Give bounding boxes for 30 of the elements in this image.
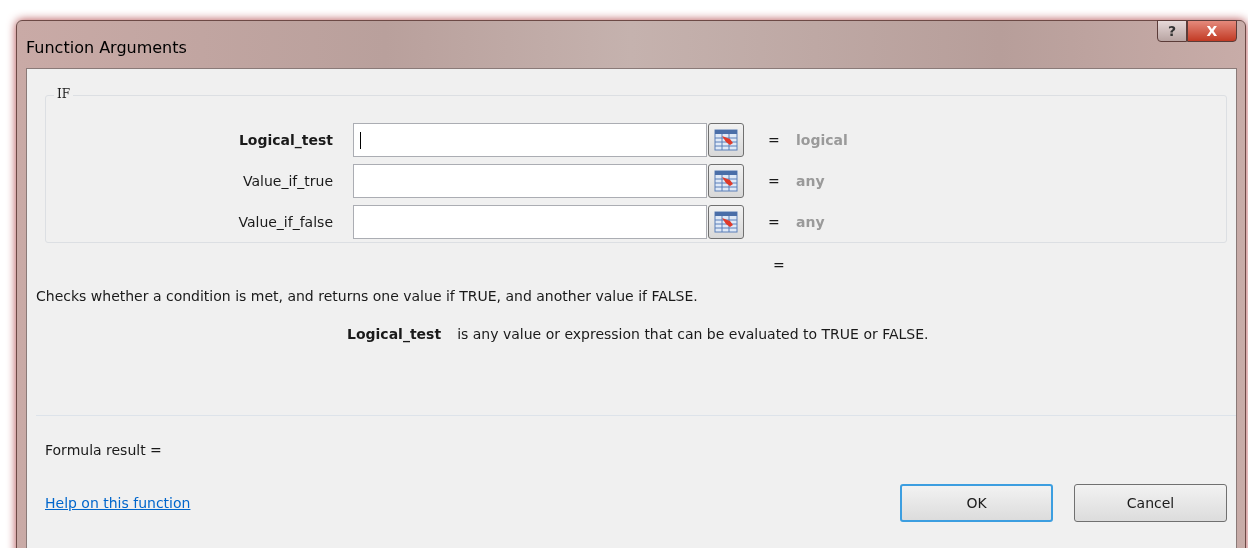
sheet-icon bbox=[714, 169, 738, 192]
argument-type: any bbox=[796, 213, 825, 230]
equals-sign: = bbox=[768, 172, 781, 189]
close-button[interactable]: X bbox=[1187, 20, 1237, 42]
argument-label: Logical_test bbox=[237, 131, 334, 148]
function-description: Checks whether a condition is met, and returns one value if TRUE, and another value if FALSE. bbox=[36, 288, 699, 304]
argument-field[interactable] bbox=[353, 122, 707, 157]
argument-label: Value_if_false bbox=[237, 213, 334, 230]
argument-field[interactable] bbox=[353, 204, 707, 239]
sheet-icon bbox=[714, 210, 738, 233]
range-select-button[interactable] bbox=[708, 163, 744, 198]
sheet-icon bbox=[714, 128, 738, 151]
argument-description: is any value or expression that can be evaluated to TRUE or FALSE. bbox=[457, 326, 929, 342]
argument-field[interactable] bbox=[353, 163, 707, 198]
formula-result: Formula result = bbox=[45, 442, 162, 458]
range-select-button[interactable] bbox=[708, 204, 744, 239]
equals-sign: = bbox=[768, 213, 781, 230]
group-label: IF bbox=[54, 87, 74, 101]
argument-type: logical bbox=[796, 131, 848, 148]
window-title: Function Arguments bbox=[26, 38, 187, 57]
argument-type: any bbox=[796, 172, 825, 189]
range-select-button[interactable] bbox=[708, 122, 744, 157]
argument-name: Logical_test bbox=[347, 326, 442, 342]
cancel-button[interactable]: Cancel bbox=[1074, 484, 1227, 522]
help-button[interactable]: ? bbox=[1157, 20, 1187, 42]
equals-sign: = bbox=[773, 257, 785, 273]
help-link[interactable]: Help on this function bbox=[45, 495, 191, 511]
argument-label: Value_if_true bbox=[242, 172, 334, 189]
ok-button[interactable]: OK bbox=[900, 484, 1053, 522]
equals-sign: = bbox=[768, 131, 781, 148]
